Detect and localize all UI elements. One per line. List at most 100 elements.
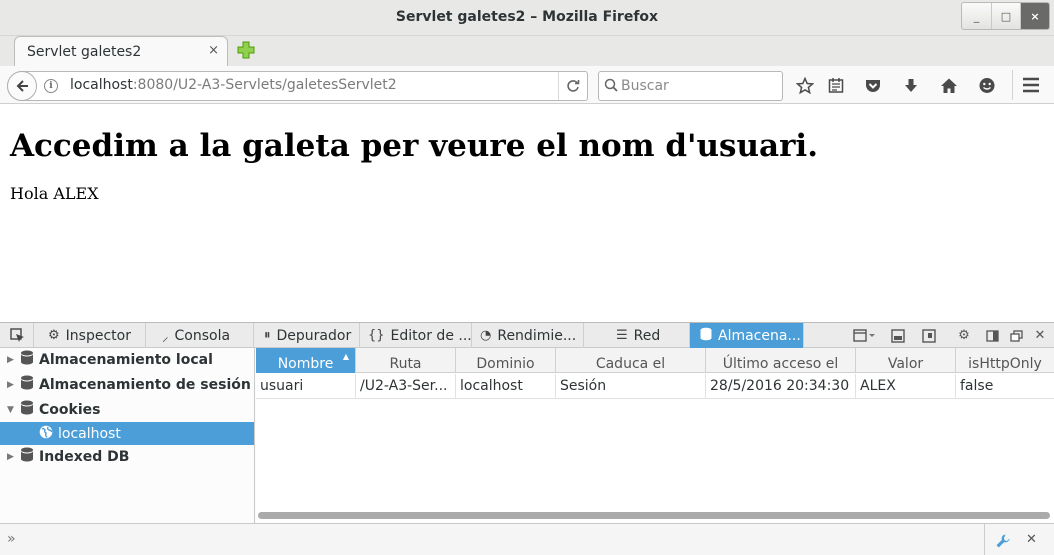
cookies-table: Nombre ▲ Ruta Dominio Caduca el Último a… [256,348,1054,523]
column-header-httponly[interactable]: isHttpOnly [956,348,1054,373]
separate-window-icon[interactable] [1007,327,1025,344]
column-header-label: Caduca el [595,356,666,372]
column-header-ultimo-acceso[interactable]: Último acceso el [706,348,856,373]
cell-dominio: localhost [456,374,556,398]
url-bar[interactable]: i localhost:8080/U2-A3-Servlets/galetesS… [7,71,588,101]
element-picker-icon [10,328,24,342]
tab-style-editor-label: Editor de ... [390,327,472,344]
storage-tree: ▶ Almacenamiento local ▶ Almacenamiento … [0,348,255,523]
column-header-valor[interactable]: Valor [856,348,956,373]
reload-icon[interactable] [558,72,587,100]
console-prompt-icon: » [7,531,16,547]
expand-arrow-icon[interactable]: ▶ [7,380,17,390]
browser-tab[interactable]: Servlet galetes2 × [14,36,228,66]
pocket-icon[interactable] [862,75,884,97]
column-header-dominio[interactable]: Dominio [456,348,556,373]
bookmarks-menu-icon[interactable] [825,75,847,97]
sort-ascending-icon: ▲ [342,352,349,361]
url-text[interactable]: localhost:8080/U2-A3-Servlets/galetesSer… [70,77,397,93]
split-view-icon[interactable] [920,327,938,344]
tab-storage[interactable]: Almacena... [690,323,804,348]
window-titlebar: Servlet galetes2 – Mozilla Firefox _ □ × [0,0,1054,36]
url-host: localhost [70,77,133,93]
downloads-icon[interactable] [900,75,922,97]
wrench-icon[interactable] [984,524,1020,555]
devtools-panel: ⚙ Inspector ⸝ Consola ⏸ Depurador {} Edi… [0,322,1054,555]
site-info-icon[interactable]: i [44,79,58,93]
column-header-label: Ruta [389,356,422,372]
tab-network[interactable]: ☰ Red [584,323,690,348]
cell-valor: ALEX [856,374,956,398]
dock-side-icon[interactable] [983,327,1001,344]
tab-debugger[interactable]: ⏸ Depurador [254,323,360,348]
search-input[interactable] [621,76,776,96]
page-heading: Accedim a la galeta per veure el nom d'u… [10,128,818,164]
tab-inspector-label: Inspector [65,327,131,344]
search-bar[interactable] [598,71,783,101]
column-header-label: Dominio [476,356,535,372]
tab-console-label: Consola [174,327,231,344]
back-arrow-icon [16,80,28,92]
devtools-toolbar: ⚙ Inspector ⸝ Consola ⏸ Depurador {} Edi… [0,323,1054,348]
tree-item-indexed-db[interactable]: ▶ Indexed DB [0,445,254,468]
tab-title: Servlet galetes2 [27,44,142,60]
tab-performance-label: Rendimie... [497,327,577,344]
screenshot-icon[interactable] [889,327,907,344]
close-devtools-icon[interactable]: ✕ [1031,327,1049,344]
minimize-button[interactable]: _ [962,3,991,29]
globe-icon [39,425,53,443]
hamburger-menu-icon[interactable] [1012,70,1048,100]
tab-style-editor[interactable]: {} Editor de ... [360,323,472,348]
database-icon [20,350,34,369]
inspector-gear-icon: ⚙ [48,328,60,343]
url-path: :8080/U2-A3-Servlets/galetesServlet2 [132,77,397,93]
window-title: Servlet galetes2 – Mozilla Firefox [395,9,659,25]
back-button[interactable] [7,71,37,101]
console-input-bar[interactable]: » ✕ [0,523,1054,555]
column-header-caduca[interactable]: Caduca el [556,348,706,373]
tab-console[interactable]: ⸝ Consola [146,323,254,348]
braces-icon: {} [368,328,385,343]
expand-arrow-icon[interactable]: ▶ [7,452,17,462]
cell-ultimo-acceso: 28/5/2016 20:34:30 [706,374,856,398]
home-icon[interactable] [938,75,960,97]
performance-gauge-icon: ◔ [480,328,492,343]
expand-arrow-icon[interactable]: ▶ [7,355,17,365]
database-icon [20,400,34,419]
tree-item-cookies[interactable]: ▼ Cookies [0,398,254,421]
database-icon [20,375,34,394]
table-header: Nombre ▲ Ruta Dominio Caduca el Último a… [256,348,1054,373]
tree-item-local-storage[interactable]: ▶ Almacenamiento local [0,348,254,371]
close-window-button[interactable]: × [1020,3,1049,29]
column-header-label: Último acceso el [722,356,839,372]
horizontal-scrollbar[interactable] [258,512,1050,519]
debugger-pause-icon: ⏸ [264,328,271,343]
search-icon [604,78,618,92]
tab-debugger-label: Depurador [276,327,352,344]
tab-close-icon[interactable]: × [208,43,219,58]
tree-label: Almacenamiento local [39,351,213,368]
bookmark-star-icon[interactable] [794,75,816,97]
element-picker-button[interactable] [0,323,34,348]
column-header-nombre[interactable]: Nombre ▲ [256,348,356,373]
page-content: Accedim a la galeta per veure el nom d'u… [0,104,1054,322]
close-console-icon[interactable]: ✕ [1026,532,1037,547]
hello-chat-icon[interactable] [976,75,998,97]
settings-gear-icon[interactable]: ⚙ [955,327,973,344]
network-lines-icon: ☰ [616,328,628,343]
cell-ruta: /U2-A3-Ser... [356,374,456,398]
column-header-ruta[interactable]: Ruta [356,348,456,373]
cell-nombre: usuari [256,374,356,398]
collapse-arrow-icon[interactable]: ▼ [7,405,17,415]
console-prompt-icon: ⸝ [162,329,169,345]
responsive-frames-icon[interactable] [851,327,877,344]
new-tab-plus-icon[interactable] [236,40,256,60]
tree-item-localhost[interactable]: localhost [0,422,254,445]
cell-caduca: Sesión [556,374,706,398]
tab-inspector[interactable]: ⚙ Inspector [34,323,146,348]
maximize-button[interactable]: □ [991,3,1020,29]
table-row[interactable]: usuari /U2-A3-Ser... localhost Sesión 28… [256,374,1054,399]
tab-storage-label: Almacena... [718,327,801,344]
tree-item-session-storage[interactable]: ▶ Almacenamiento de sesión [0,373,254,396]
tab-performance[interactable]: ◔ Rendimie... [472,323,584,348]
